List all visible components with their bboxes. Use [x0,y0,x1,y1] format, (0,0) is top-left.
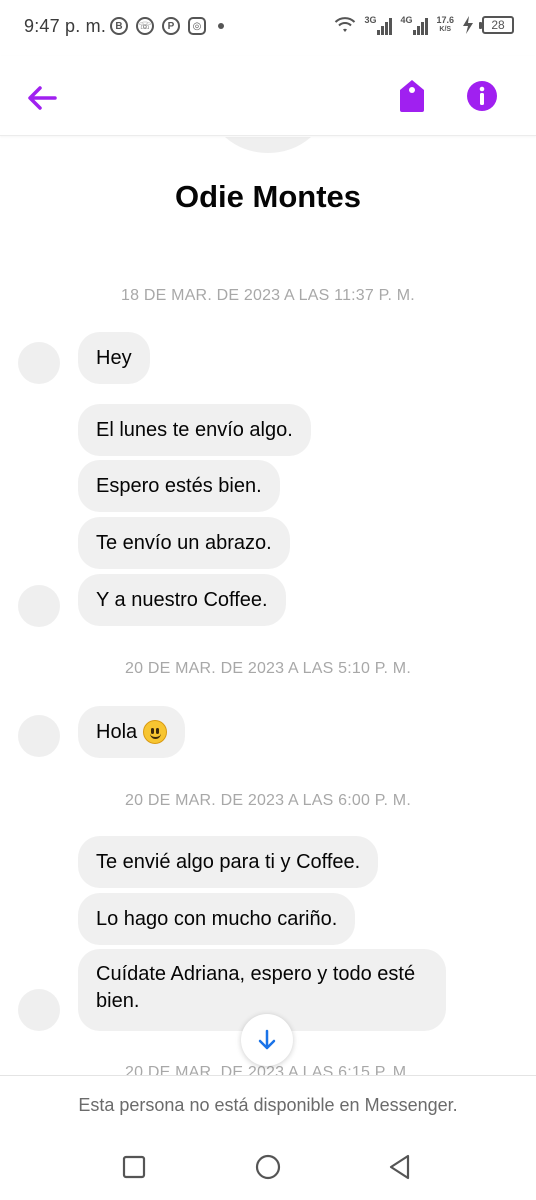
charging-icon [463,16,473,34]
contact-name: Odie Montes [174,179,361,214]
message-timestamp: 18 DE MAR. DE 2023 A LAS 11:37 P. M. [121,287,415,304]
blogger-icon: B [110,17,128,35]
conversation-header [0,56,536,136]
scroll-to-bottom-button[interactable] [241,1014,293,1066]
square-icon [122,1155,146,1179]
message-timestamp: 20 DE MAR. DE 2023 A LAS 6:00 P. M. [125,792,411,809]
home-button[interactable] [246,1149,290,1185]
tag-button[interactable] [390,76,434,116]
info-icon [467,81,497,111]
message-bubble[interactable]: El lunes te envío algo. [78,404,311,456]
notification-icons: B ☏ P ◎ [110,17,224,35]
network-type-2: 4G [400,15,413,25]
sender-avatar [18,715,60,757]
message-bubble[interactable]: Te envío un abrazo. [78,517,290,569]
sender-avatar [18,989,60,1031]
message-text: Hola [96,720,138,743]
system-navigation-bar [0,1135,536,1200]
circle-icon [255,1154,281,1180]
sender-avatar [18,585,60,627]
signal-4g: 4G [400,15,429,35]
wifi-icon [335,17,356,32]
status-bar: 9:47 p. m. B ☏ P ◎ 3G 4G 17.6 K/S 28 [0,0,536,56]
pinterest-icon: P [162,17,180,35]
network-speed: 17.6 K/S [436,16,454,34]
more-notifications-dot-icon [218,23,224,29]
message-bubble[interactable]: Te envié algo para ti y Coffee. [78,836,379,888]
info-button[interactable] [462,76,502,116]
message-bubble[interactable]: Hola [78,706,186,758]
unavailable-text: Esta persona no está disponible en Messe… [78,1095,458,1115]
network-speed-value: 17.6 [436,15,454,25]
contact-profile-avatar [208,137,328,153]
network-speed-unit: K/S [439,26,452,33]
nav-back-button[interactable] [378,1149,422,1185]
back-button[interactable] [22,78,62,118]
triangle-back-icon [389,1154,410,1180]
signal-bars-icon [413,18,429,35]
message-bubble[interactable]: Lo hago con mucho cariño. [78,893,356,945]
status-time: 9:47 p. m. [24,16,107,36]
arrow-left-icon [28,86,57,110]
signal-bars-icon [377,18,393,35]
battery-level: 28 [491,18,505,32]
signal-3g: 3G [364,15,393,35]
battery-indicator: 28 [479,16,514,34]
message-bubble[interactable]: Hey [78,332,150,384]
network-type-1: 3G [364,15,377,25]
instagram-icon: ◎ [188,17,206,35]
recents-button[interactable] [112,1149,156,1185]
arrow-down-icon [258,1029,276,1050]
unavailable-notice: Esta persona no está disponible en Messe… [0,1075,536,1135]
message-list[interactable]: Odie Montes 18 DE MAR. DE 2023 A LAS 11:… [0,137,536,1075]
smiling-face-emoji-icon [143,720,168,744]
message-timestamp: 20 DE MAR. DE 2023 A LAS 5:10 P. M. [125,660,411,677]
system-status: 3G 4G 17.6 K/S 28 [334,15,514,35]
tag-icon [400,80,424,112]
whatsapp-icon: ☏ [136,17,154,35]
message-bubble[interactable]: Y a nuestro Coffee. [78,574,286,626]
sender-avatar [18,342,60,384]
message-bubble[interactable]: Espero estés bien. [78,460,280,512]
